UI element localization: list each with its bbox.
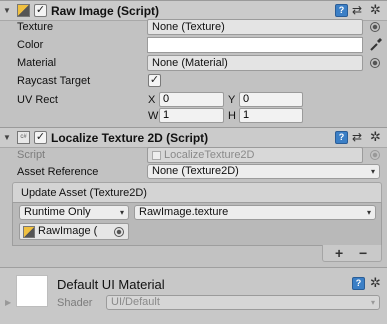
texture-field[interactable]: None (Texture) (147, 19, 363, 35)
asset-reference-value: None (Texture2D) (152, 165, 239, 177)
help-icon[interactable]: ? (335, 131, 348, 144)
event-add-remove-bar: + − (322, 245, 382, 262)
script-field: LocalizeTexture2D (147, 147, 363, 163)
material-object-picker-icon[interactable] (370, 58, 380, 68)
dropdown-arrow-icon: ▾ (119, 208, 124, 217)
update-asset-event-header: Update Asset (Texture2D) (12, 182, 382, 203)
raw-image-title: Raw Image (Script) (51, 4, 160, 18)
shader-value: UI/Default (111, 296, 160, 308)
script-field-value: LocalizeTexture2D (164, 149, 255, 161)
gear-icon[interactable]: ✲ (370, 130, 381, 143)
foldout-arrow-icon[interactable]: ▶ (5, 298, 11, 308)
foldout-arrow-icon[interactable]: ▼ (3, 133, 11, 143)
material-preview-thumbnail (16, 275, 48, 307)
script-file-icon (152, 151, 161, 160)
preset-icon[interactable]: ⇄ (352, 4, 362, 16)
texture-object-picker-icon[interactable] (370, 22, 380, 32)
uv-w-field[interactable]: 1 (159, 108, 224, 123)
help-icon[interactable]: ? (352, 277, 365, 290)
localize-enabled-checkbox[interactable]: ✓ (34, 131, 47, 144)
uv-y-field[interactable]: 0 (239, 92, 303, 107)
raycast-target-label: Raycast Target (17, 75, 91, 87)
dropdown-arrow-icon: ▾ (366, 208, 371, 217)
color-swatch[interactable] (147, 37, 363, 53)
script-file-icon: c# (17, 131, 30, 144)
script-label: Script (17, 149, 46, 161)
foldout-arrow-icon[interactable]: ▼ (3, 6, 11, 16)
shader-label: Shader (57, 297, 93, 309)
raw-image-enabled-checkbox[interactable]: ✓ (34, 4, 47, 17)
preset-icon[interactable]: ⇄ (352, 131, 362, 143)
uv-h-field[interactable]: 1 (239, 108, 303, 123)
uv-w-label: W (148, 110, 159, 122)
raycast-target-checkbox[interactable]: ✓ (148, 74, 161, 87)
shader-dropdown[interactable]: UI/Default ▾ (106, 295, 380, 310)
raw-image-component-icon (23, 226, 35, 238)
material-label: Material (17, 57, 57, 69)
uv-h-label: H (228, 110, 236, 122)
localize-title: Localize Texture 2D (Script) (51, 131, 209, 145)
asset-reference-label: Asset Reference (17, 166, 99, 178)
method-value: RawImage.texture (139, 206, 229, 218)
raw-image-component-icon (17, 4, 30, 17)
event-target-field[interactable]: RawImage ( (19, 223, 129, 240)
dropdown-arrow-icon: ▾ (370, 298, 375, 307)
script-object-picker-icon (370, 150, 380, 160)
uv-x-label: X (148, 94, 156, 106)
texture-label: Texture (17, 21, 54, 33)
runtime-mode-dropdown[interactable]: Runtime Only ▾ (19, 205, 129, 220)
uv-x-field[interactable]: 0 (159, 92, 224, 107)
uv-y-label: Y (228, 94, 236, 106)
material-name: Default UI Material (57, 277, 165, 292)
runtime-mode-value: Runtime Only (24, 206, 91, 218)
add-event-button[interactable]: + (335, 245, 343, 261)
eyedropper-icon[interactable] (369, 36, 383, 52)
method-dropdown[interactable]: RawImage.texture ▾ (134, 205, 376, 220)
update-asset-event-title: Update Asset (Texture2D) (21, 187, 147, 199)
dropdown-arrow-icon: ▾ (370, 167, 375, 176)
gear-icon[interactable]: ✲ (370, 3, 381, 16)
remove-event-button[interactable]: − (359, 245, 367, 261)
help-icon[interactable]: ? (335, 4, 348, 17)
uv-rect-label: UV Rect (17, 94, 58, 106)
color-label: Color (17, 39, 44, 51)
asset-reference-dropdown[interactable]: None (Texture2D) ▾ (147, 164, 380, 179)
material-field[interactable]: None (Material) (147, 55, 363, 71)
target-object-picker-icon[interactable] (114, 227, 124, 237)
event-target-value: RawImage ( (38, 225, 98, 237)
gear-icon[interactable]: ✲ (370, 276, 381, 289)
